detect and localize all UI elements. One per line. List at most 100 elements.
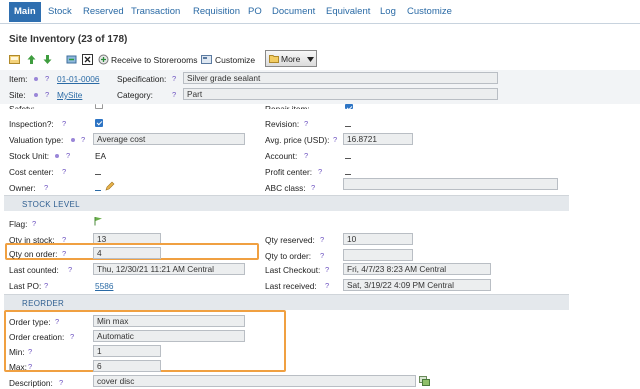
last-checkout-label: Last Checkout: (265, 265, 321, 275)
help-icon[interactable]: ? (304, 151, 308, 160)
help-icon[interactable]: ? (44, 281, 48, 290)
max-label: Max: (9, 362, 27, 372)
order-creation-field[interactable]: Automatic (93, 330, 245, 342)
receive-to-storerooms-button[interactable]: Receive to Storerooms (111, 55, 197, 65)
order-type-field[interactable]: Min max (93, 315, 245, 327)
tab-customize[interactable]: Customize (407, 6, 452, 17)
abc-class-label: ABC class: (265, 183, 306, 193)
help-icon[interactable]: ? (311, 183, 315, 192)
help-icon[interactable]: ? (304, 119, 308, 128)
site-link[interactable]: MySite (57, 90, 82, 100)
customize-button[interactable]: Customize (215, 55, 255, 65)
inspection-label: Inspection?: (9, 119, 54, 129)
owner-empty-link[interactable] (95, 190, 101, 191)
qty-on-order-field[interactable]: 4 (93, 247, 161, 259)
help-icon[interactable]: ? (325, 265, 329, 274)
tab-transaction[interactable]: Transaction (131, 6, 180, 17)
valuation-type-field[interactable]: Average cost (93, 133, 245, 145)
tab-log[interactable]: Log (380, 6, 396, 17)
receive-icon[interactable] (98, 54, 109, 65)
tab-stock[interactable]: Stock (48, 6, 72, 17)
description-field[interactable]: cover disc (93, 375, 416, 387)
help-icon[interactable]: ? (28, 347, 32, 356)
tab-requisition[interactable]: Requisition (193, 6, 240, 17)
last-po-link[interactable]: 5586 (95, 281, 113, 291)
scrollbar[interactable] (626, 104, 640, 389)
pencil-icon[interactable] (105, 181, 115, 191)
last-po-label: Last PO: (9, 281, 42, 291)
tab-equivalent[interactable]: Equivalent (326, 6, 370, 17)
item-label: Item: (9, 74, 28, 84)
help-icon[interactable]: ? (28, 362, 32, 371)
help-icon[interactable]: ? (62, 249, 66, 258)
help-icon[interactable]: ? (62, 167, 66, 176)
arrow-up-icon[interactable] (26, 54, 37, 65)
max-field[interactable]: 6 (93, 360, 161, 372)
reorder-section-header[interactable]: REORDER (4, 294, 569, 310)
more-label: More (281, 54, 301, 64)
help-icon[interactable]: ? (32, 219, 36, 228)
safety-checkbox[interactable] (95, 104, 103, 109)
save-icon[interactable] (9, 54, 20, 65)
arrow-down-icon[interactable] (42, 54, 53, 65)
abc-class-field[interactable] (343, 178, 558, 190)
category-field[interactable]: Part (183, 88, 498, 100)
specification-label: Specification: (117, 74, 167, 84)
delete-icon[interactable] (82, 54, 93, 65)
tab-reserved[interactable]: Reserved (83, 6, 124, 17)
item-link[interactable]: 01-01-0006 (57, 74, 99, 84)
help-icon[interactable]: ? (70, 332, 74, 341)
translate-icon[interactable] (419, 376, 430, 386)
last-received-label: Last received: (265, 281, 317, 291)
order-creation-label: Order creation: (9, 332, 65, 342)
help-icon[interactable]: ? (320, 235, 324, 244)
qty-reserved-field[interactable]: 10 (343, 233, 413, 245)
more-button[interactable]: More (265, 50, 317, 67)
flag-label: Flag: (9, 219, 28, 229)
help-icon[interactable]: ? (45, 90, 49, 99)
min-field[interactable]: 1 (93, 345, 161, 357)
account-label: Account: (265, 151, 298, 161)
safety-label: Safety: (9, 104, 35, 109)
description-label: Description: (9, 378, 53, 388)
help-icon[interactable]: ? (59, 378, 63, 387)
help-icon[interactable]: ? (172, 74, 176, 83)
required-dot-icon (71, 138, 75, 142)
avg-price-field[interactable]: 16.8721 (343, 133, 413, 145)
customize-icon[interactable] (201, 54, 212, 65)
required-dot-icon (55, 154, 59, 158)
required-dot-icon (34, 77, 38, 81)
valuation-type-label: Valuation type: (9, 135, 64, 145)
help-icon[interactable]: ? (44, 183, 48, 192)
last-checkout-field[interactable]: Fri, 4/7/23 8:23 AM Central (343, 263, 491, 275)
stock-level-section-header[interactable]: STOCK LEVEL (4, 195, 569, 211)
help-icon[interactable]: ? (45, 74, 49, 83)
required-dot-icon (34, 93, 38, 97)
help-icon[interactable]: ? (325, 281, 329, 290)
stock-unit-label: Stock Unit: (9, 151, 50, 161)
refresh-icon[interactable] (66, 54, 77, 65)
flag-icon[interactable] (94, 216, 103, 226)
tab-bar: Main Stock Reserved Transaction Requisit… (0, 0, 640, 24)
help-icon[interactable]: ? (172, 90, 176, 99)
help-icon[interactable]: ? (62, 119, 66, 128)
tab-po[interactable]: PO (248, 6, 262, 17)
repair-item-checkbox[interactable] (345, 104, 353, 109)
help-icon[interactable]: ? (68, 265, 72, 274)
last-received-field[interactable]: Sat, 3/19/22 4:09 PM Central (343, 279, 491, 291)
help-icon[interactable]: ? (55, 317, 59, 326)
revision-empty (345, 126, 351, 127)
help-icon[interactable]: ? (81, 135, 85, 144)
tab-main[interactable]: Main (9, 2, 41, 22)
qty-to-order-field[interactable] (343, 249, 413, 261)
tab-document[interactable]: Document (272, 6, 315, 17)
last-counted-field[interactable]: Thu, 12/30/21 11:21 AM Central (93, 263, 245, 275)
specification-field[interactable]: Silver grade sealant (183, 72, 498, 84)
inspection-checkbox[interactable] (95, 119, 103, 127)
help-icon[interactable]: ? (320, 251, 324, 260)
order-type-label: Order type: (9, 317, 51, 327)
help-icon[interactable]: ? (333, 135, 337, 144)
qty-to-order-label: Qty to order: (265, 251, 312, 261)
help-icon[interactable]: ? (66, 151, 70, 160)
help-icon[interactable]: ? (318, 167, 322, 176)
